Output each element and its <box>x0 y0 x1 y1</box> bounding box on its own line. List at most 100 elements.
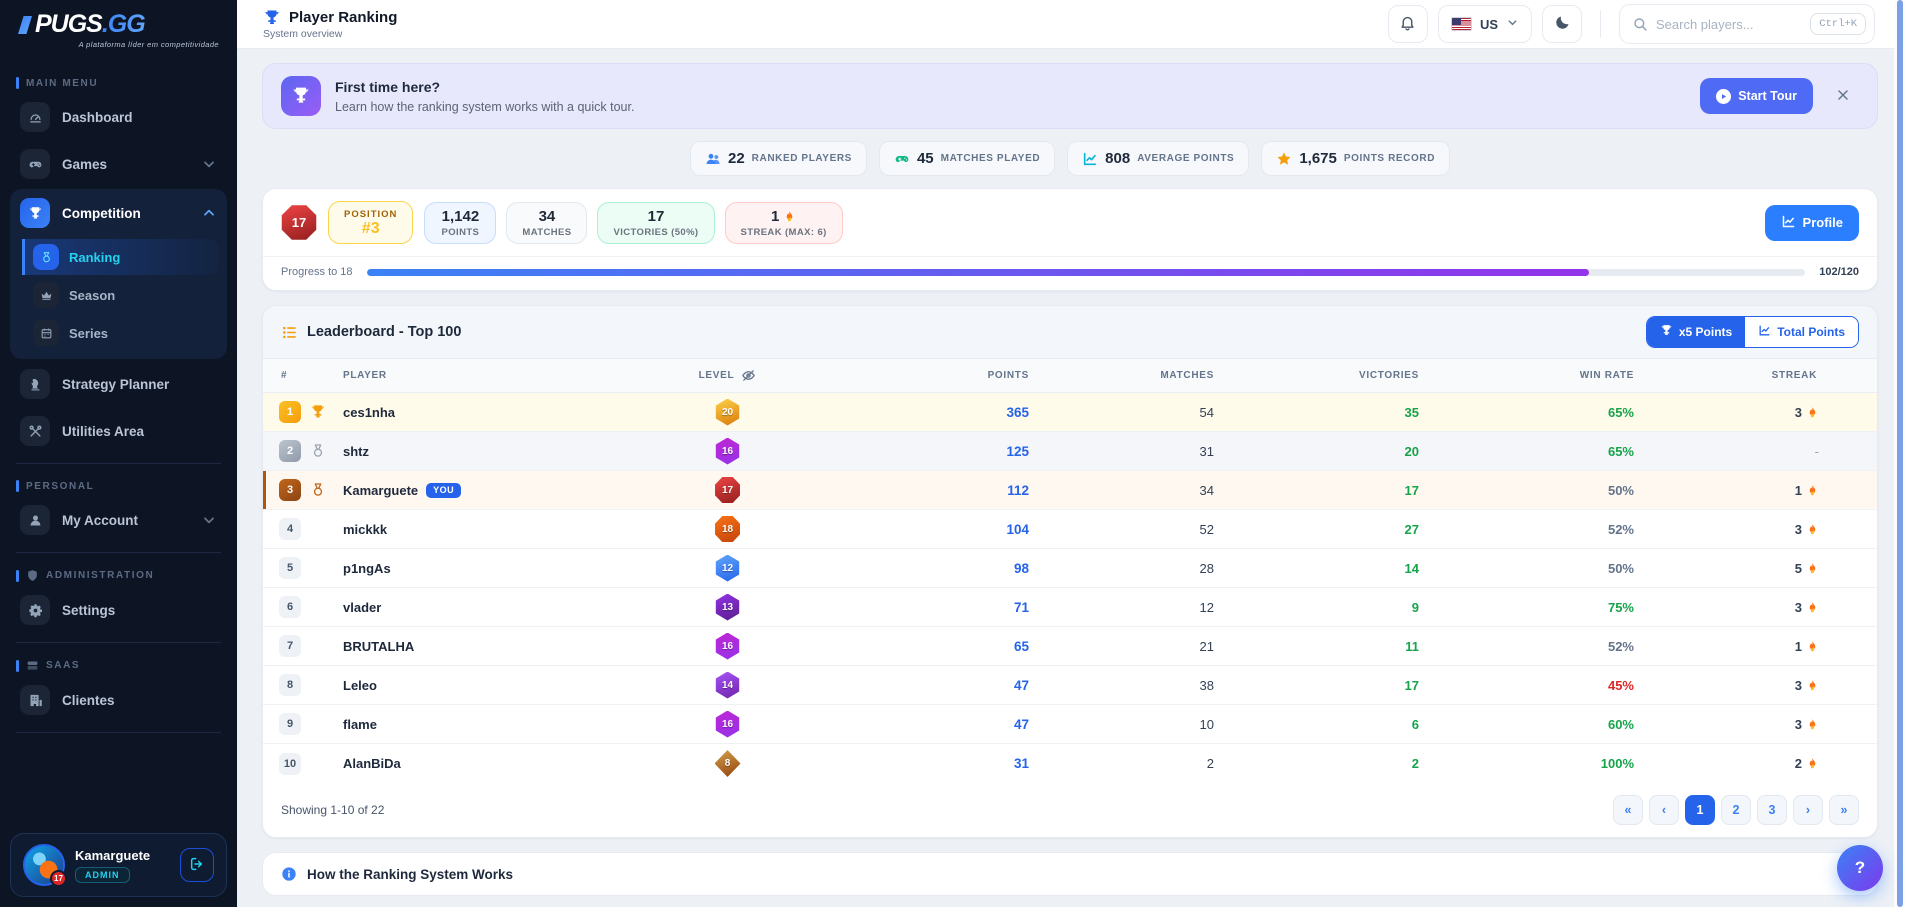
sidebar-item-my-account[interactable]: My Account <box>10 498 227 542</box>
flame-icon <box>1806 406 1819 419</box>
language-selector[interactable]: US <box>1438 5 1532 43</box>
next-page-button[interactable]: › <box>1793 795 1823 825</box>
sidebar-item-dashboard[interactable]: Dashboard <box>10 95 227 139</box>
header-divider <box>1600 10 1601 38</box>
page-button-2[interactable]: 2 <box>1721 795 1751 825</box>
dark-mode-toggle[interactable] <box>1542 5 1582 43</box>
flame-icon <box>783 210 796 223</box>
sidebar-item-season[interactable]: Season <box>22 277 219 313</box>
position-chip: POSITION #3 <box>328 201 413 244</box>
section-label-saas: SAAS <box>16 659 221 672</box>
points-link[interactable]: 47 <box>814 717 1029 732</box>
table-row-vlader[interactable]: 6vlader137112975%3 <box>263 588 1877 627</box>
page-button-1[interactable]: 1 <box>1685 795 1715 825</box>
sidebar-item-settings[interactable]: Settings <box>10 588 227 632</box>
total-points-button[interactable]: Total Points <box>1745 317 1858 347</box>
chart-icon <box>1082 151 1098 167</box>
page-scrollbar[interactable] <box>1894 0 1905 907</box>
streak-value: 1 <box>1634 639 1877 654</box>
flame-icon <box>1806 562 1819 575</box>
table-row-mickkk[interactable]: 4mickkk18104522752%3 <box>263 510 1877 549</box>
search-box[interactable]: Ctrl+K <box>1619 4 1875 44</box>
shield-icon <box>26 569 39 582</box>
matches-value: 2 <box>1029 756 1214 771</box>
player-name: BRUTALHA <box>343 639 414 654</box>
matches-value: 10 <box>1029 717 1214 732</box>
sidebar-item-clientes[interactable]: Clientes <box>10 678 227 722</box>
search-input[interactable] <box>1656 17 1802 32</box>
points-link[interactable]: 47 <box>814 678 1029 693</box>
users-icon <box>705 151 721 167</box>
matches-value: 31 <box>1029 444 1214 459</box>
table-row-alanbida[interactable]: 10AlanBiDa83122100%2 <box>263 744 1877 783</box>
level-badge: 16 <box>715 438 741 465</box>
stat-chip-matches-played: 45MATCHES PLAYED <box>879 141 1055 176</box>
table-row-kamarguete[interactable]: 3KamargueteYOU17112341750%1 <box>263 471 1877 510</box>
chevron-down-icon <box>1506 16 1519 32</box>
stat-chip-points-record: 1,675POINTS RECORD <box>1261 141 1450 176</box>
table-row-p1ngas[interactable]: 5p1ngAs1298281450%5 <box>263 549 1877 588</box>
prev-page-button[interactable]: ‹ <box>1649 795 1679 825</box>
matches-value: 54 <box>1029 405 1214 420</box>
first-page-button[interactable]: « <box>1613 795 1643 825</box>
player-name: vlader <box>343 600 381 615</box>
points-link[interactable]: 31 <box>814 756 1029 771</box>
calendar-icon <box>33 320 59 346</box>
you-badge: YOU <box>426 483 461 498</box>
chart-line-icon <box>1758 324 1771 340</box>
level-badge: 14 <box>715 672 741 699</box>
matches-value: 52 <box>1029 522 1214 537</box>
leaderboard-title: Leaderboard - Top 100 <box>307 324 461 340</box>
trophy-icon <box>281 76 321 116</box>
points-link[interactable]: 98 <box>814 561 1029 576</box>
points-link[interactable]: 112 <box>814 483 1029 498</box>
sidebar-item-strategy-planner[interactable]: Strategy Planner <box>10 362 227 406</box>
sidebar-item-utilities-area[interactable]: Utilities Area <box>10 409 227 453</box>
top-bar: Player Ranking System overview US Ctrl+K <box>237 0 1905 49</box>
table-row-leleo[interactable]: 8Leleo1447381745%3 <box>263 666 1877 705</box>
level-badge: 16 <box>715 711 741 738</box>
last-page-button[interactable]: » <box>1829 795 1859 825</box>
points-link[interactable]: 71 <box>814 600 1029 615</box>
help-fab[interactable]: ? <box>1837 845 1883 891</box>
eye-off-icon[interactable] <box>741 368 756 383</box>
sidebar-item-games[interactable]: Games <box>10 142 227 186</box>
points-link[interactable]: 104 <box>814 522 1029 537</box>
rank-badge: 1 <box>279 401 301 423</box>
x5-points-button[interactable]: x5 Points <box>1647 317 1745 347</box>
sidebar-user-card[interactable]: 17 Kamarguete ADMIN <box>10 833 227 897</box>
rank-badge: 6 <box>279 596 301 618</box>
trophy-icon <box>263 9 281 27</box>
sidebar-item-ranking[interactable]: Ranking <box>22 239 219 275</box>
table-row-brutalha[interactable]: 7BRUTALHA1665211152%1 <box>263 627 1877 666</box>
points-mode-toggle: x5 Points Total Points <box>1646 316 1859 348</box>
logout-button[interactable] <box>180 848 214 882</box>
flame-icon <box>1806 601 1819 614</box>
crown-icon <box>33 282 59 308</box>
sidebar-item-competition[interactable]: Competition <box>10 189 227 237</box>
points-link[interactable]: 365 <box>814 405 1029 420</box>
player-name: AlanBiDa <box>343 756 401 771</box>
start-tour-button[interactable]: Start Tour <box>1700 78 1813 114</box>
trophy-icon <box>310 404 326 420</box>
player-name: p1ngAs <box>343 561 391 576</box>
scrollbar-thumb[interactable] <box>1897 0 1903 907</box>
victories-value: 6 <box>1214 717 1419 732</box>
divider <box>16 732 221 733</box>
profile-button[interactable]: Profile <box>1765 205 1859 241</box>
notifications-button[interactable] <box>1388 5 1428 43</box>
table-row-ces1nha[interactable]: 1ces1nha20365543565%3 <box>263 393 1877 432</box>
avatar: 17 <box>23 844 65 886</box>
table-header: # PLAYER LEVEL POINTS MATCHES VICTORIES … <box>263 359 1877 393</box>
ranking-info-card[interactable]: How the Ranking System Works <box>262 852 1878 896</box>
sidebar-item-series[interactable]: Series <box>22 315 219 351</box>
app-root: PUGS.GG A plataforma líder em competitiv… <box>0 0 1905 907</box>
tour-banner: First time here? Learn how the ranking s… <box>262 63 1878 129</box>
table-row-flame[interactable]: 9flame164710660%3 <box>263 705 1877 744</box>
table-row-shtz[interactable]: 2shtz16125312065%- <box>263 432 1877 471</box>
points-link[interactable]: 125 <box>814 444 1029 459</box>
close-icon[interactable] <box>1835 87 1853 105</box>
points-link[interactable]: 65 <box>814 639 1029 654</box>
page-button-3[interactable]: 3 <box>1757 795 1787 825</box>
app-logo[interactable]: PUGS.GG A plataforma líder em competitiv… <box>0 0 237 57</box>
